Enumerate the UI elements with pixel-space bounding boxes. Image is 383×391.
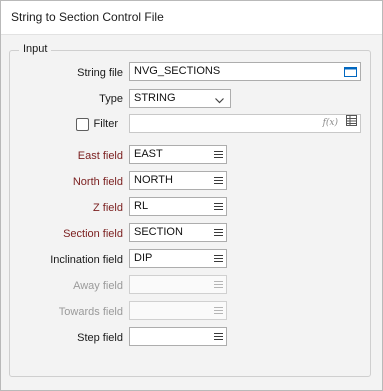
- filter-label: Filter: [93, 118, 118, 130]
- inclination-field-input[interactable]: DIP: [129, 249, 227, 268]
- towards-field-input: [129, 301, 227, 320]
- string-file-label: String file: [77, 67, 123, 79]
- title-bar: String to Section Control File: [1, 1, 382, 35]
- north-field-label: North field: [72, 176, 123, 188]
- type-value: STRING: [134, 92, 176, 104]
- string-file-input[interactable]: NVG_SECTIONS: [129, 62, 361, 81]
- expression-fx-icon[interactable]: f(x): [323, 115, 338, 132]
- list-icon[interactable]: [214, 173, 223, 188]
- list-icon[interactable]: [214, 199, 223, 214]
- towards-field-label: Towards field: [58, 306, 123, 318]
- z-field-label: Z field: [93, 202, 123, 214]
- north-field-input[interactable]: NORTH: [129, 171, 227, 190]
- chevron-down-icon[interactable]: [215, 93, 224, 107]
- inclination-field-value: DIP: [134, 252, 153, 264]
- inclination-field-label: Inclination field: [50, 254, 123, 266]
- section-field-input[interactable]: SECTION: [129, 223, 227, 242]
- list-icon: [214, 277, 223, 292]
- step-field-label: Step field: [77, 332, 123, 344]
- list-icon[interactable]: [214, 147, 223, 162]
- list-icon[interactable]: [214, 251, 223, 266]
- section-field-value: SECTION: [134, 226, 183, 238]
- filter-input[interactable]: f(x): [129, 114, 361, 133]
- east-field-input[interactable]: EAST: [129, 145, 227, 164]
- string-file-value: NVG_SECTIONS: [134, 65, 221, 77]
- folder-open-icon[interactable]: [344, 64, 357, 79]
- east-field-label: East field: [77, 150, 123, 162]
- z-field-input[interactable]: RL: [129, 197, 227, 216]
- north-field-value: NORTH: [134, 174, 173, 186]
- away-field-label: Away field: [73, 280, 123, 292]
- list-icon[interactable]: [214, 225, 223, 240]
- list-icon: [214, 303, 223, 318]
- filter-actions: f(x): [323, 115, 357, 132]
- away-field-input: [129, 275, 227, 294]
- window-title: String to Section Control File: [11, 10, 164, 24]
- input-group-legend: Input: [19, 43, 52, 55]
- section-field-label: Section field: [63, 228, 123, 240]
- z-field-value: RL: [134, 200, 149, 212]
- list-icon[interactable]: [214, 329, 223, 344]
- step-field-input[interactable]: [129, 327, 227, 346]
- type-label: Type: [99, 93, 123, 105]
- table-icon[interactable]: [346, 115, 357, 132]
- east-field-value: EAST: [134, 148, 163, 160]
- type-select[interactable]: STRING: [129, 89, 231, 108]
